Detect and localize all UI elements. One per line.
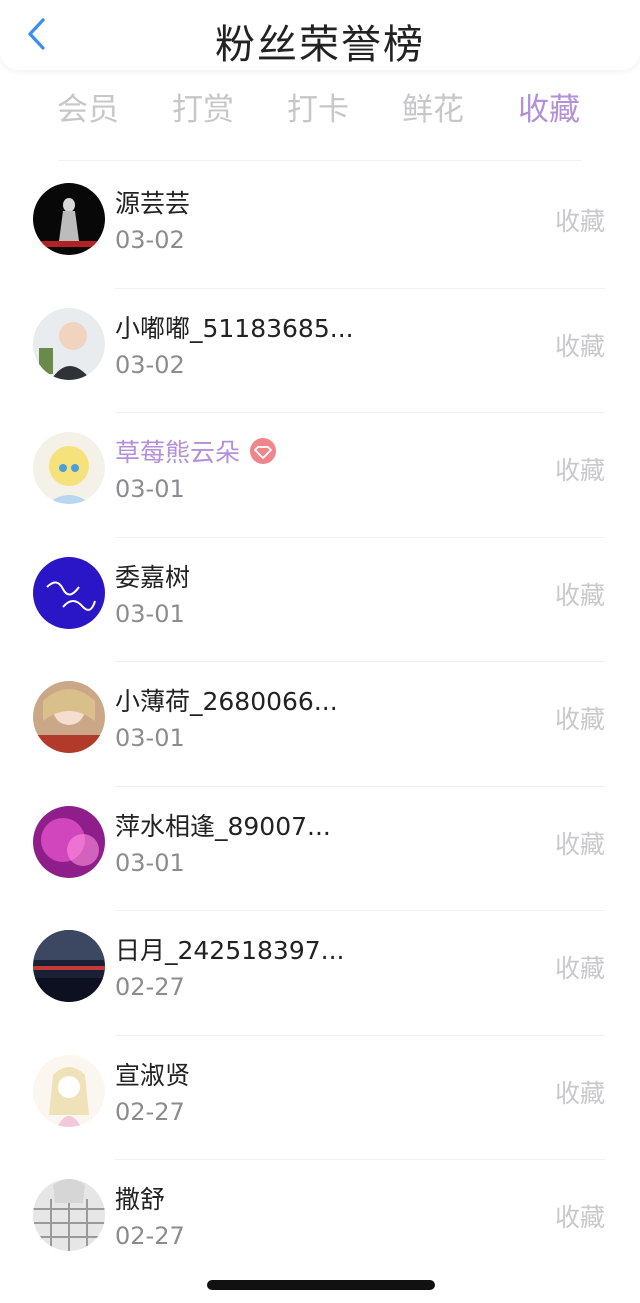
- favorite-label: 收藏: [554, 580, 605, 610]
- date: 03-01: [115, 724, 185, 752]
- date: 03-01: [115, 599, 185, 628]
- list-item[interactable]: 小嘟嘟_51183685... 03-02 收藏: [0, 289, 640, 413]
- avatar: [33, 681, 105, 753]
- avatar: [33, 183, 105, 255]
- user-name: 萍水相逢_89007...: [115, 811, 331, 841]
- tab-bar: 会员 打赏 打卡 鲜花 收藏: [0, 80, 640, 136]
- favorite-label: 收藏: [554, 705, 605, 734]
- date: 02-27: [115, 973, 185, 1001]
- list-item[interactable]: 萍水相逢_89007... 03-01 收藏: [0, 787, 640, 911]
- user-name: 源芸芸: [115, 189, 191, 218]
- tab-tips[interactable]: 打赏: [148, 84, 258, 129]
- user-name: 小薄荷_2680066...: [115, 687, 338, 716]
- avatar: [33, 1179, 105, 1251]
- fan-list: 源芸芸 03-02 收藏 小嘟嘟_51183685... 03-02 收藏 草莓…: [0, 164, 640, 1285]
- diamond-badge-icon: [250, 438, 277, 464]
- list-item[interactable]: 日月_242518397... 02-27 收藏: [0, 911, 640, 1036]
- favorite-label: 收藏: [554, 207, 605, 236]
- user-name: 委嘉树: [115, 562, 191, 592]
- date: 03-02: [115, 350, 185, 379]
- list-item[interactable]: 撒舒 02-27 收藏: [0, 1160, 640, 1285]
- page-title: 粉丝荣誉榜: [215, 22, 425, 68]
- user-name: 小嘟嘟_51183685...: [115, 313, 354, 343]
- avatar: [33, 805, 105, 878]
- list-item[interactable]: 委嘉树 03-01 收藏: [0, 538, 640, 662]
- tab-membership[interactable]: 会员: [33, 84, 143, 129]
- avatar: [33, 930, 105, 1002]
- avatar: [33, 432, 105, 504]
- tab-checkin[interactable]: 打卡: [263, 84, 373, 129]
- user-name-text: 草莓熊云朵: [115, 438, 241, 467]
- list-item[interactable]: 草莓熊云朵 03-01 收藏: [0, 413, 640, 538]
- favorite-label: 收藏: [554, 331, 605, 361]
- avatar: [33, 307, 105, 380]
- tab-favorites[interactable]: 收藏: [494, 84, 604, 129]
- list-item[interactable]: 宣淑贤 02-27 收藏: [0, 1036, 640, 1160]
- date: 03-01: [115, 475, 185, 503]
- user-name: 日月_242518397...: [115, 936, 345, 965]
- user-name: 草莓熊云朵: [115, 433, 277, 469]
- nav-header: 粉丝荣誉榜: [0, 0, 640, 70]
- favorite-label: 收藏: [554, 954, 605, 983]
- date: 03-02: [115, 226, 185, 254]
- avatar: [33, 1054, 105, 1127]
- home-indicator: [207, 1280, 435, 1290]
- tab-flowers[interactable]: 鲜花: [378, 84, 488, 129]
- favorite-label: 收藏: [554, 1203, 605, 1232]
- list-item[interactable]: 源芸芸 03-02 收藏: [0, 164, 640, 289]
- date: 02-27: [115, 1097, 185, 1126]
- avatar: [33, 556, 105, 629]
- user-name: 撒舒: [115, 1185, 166, 1214]
- tabs-divider: [58, 160, 582, 161]
- date: 02-27: [115, 1222, 185, 1250]
- list-item[interactable]: 小薄荷_2680066... 03-01 收藏: [0, 662, 640, 787]
- favorite-label: 收藏: [554, 1078, 605, 1108]
- favorite-label: 收藏: [554, 829, 605, 859]
- favorite-label: 收藏: [554, 456, 605, 485]
- date: 03-01: [115, 848, 185, 877]
- user-name: 宣淑贤: [115, 1060, 191, 1090]
